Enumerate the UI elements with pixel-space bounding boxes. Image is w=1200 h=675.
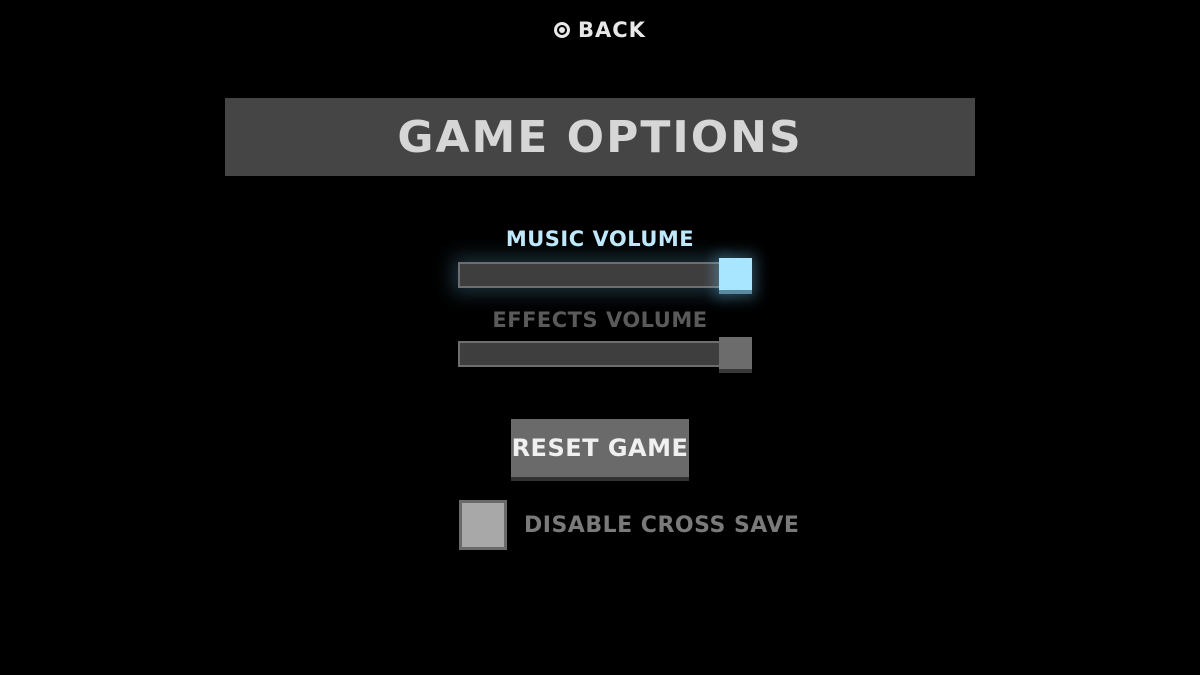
reset-game-label: RESET GAME (511, 434, 689, 462)
effects-volume-label: EFFECTS VOLUME (492, 308, 708, 332)
effects-volume-slider[interactable] (458, 337, 752, 377)
title-banner: GAME OPTIONS (225, 98, 975, 176)
reset-game-button[interactable]: RESET GAME (511, 419, 689, 481)
page-title: GAME OPTIONS (397, 111, 803, 163)
circle-button-icon (554, 22, 571, 38)
music-volume-thumb[interactable] (719, 258, 752, 294)
back-button[interactable]: BACK (0, 18, 1200, 42)
back-label: BACK (578, 18, 646, 42)
effects-volume-thumb[interactable] (719, 337, 752, 373)
cross-save-row[interactable]: DISABLE CROSS SAVE (459, 500, 799, 550)
effects-volume-track[interactable] (458, 341, 723, 367)
music-volume-slider[interactable] (458, 258, 752, 298)
disable-cross-save-label: DISABLE CROSS SAVE (524, 512, 800, 538)
music-volume-track[interactable] (458, 262, 723, 288)
disable-cross-save-checkbox[interactable] (459, 500, 507, 550)
music-volume-label: MUSIC VOLUME (505, 227, 695, 251)
